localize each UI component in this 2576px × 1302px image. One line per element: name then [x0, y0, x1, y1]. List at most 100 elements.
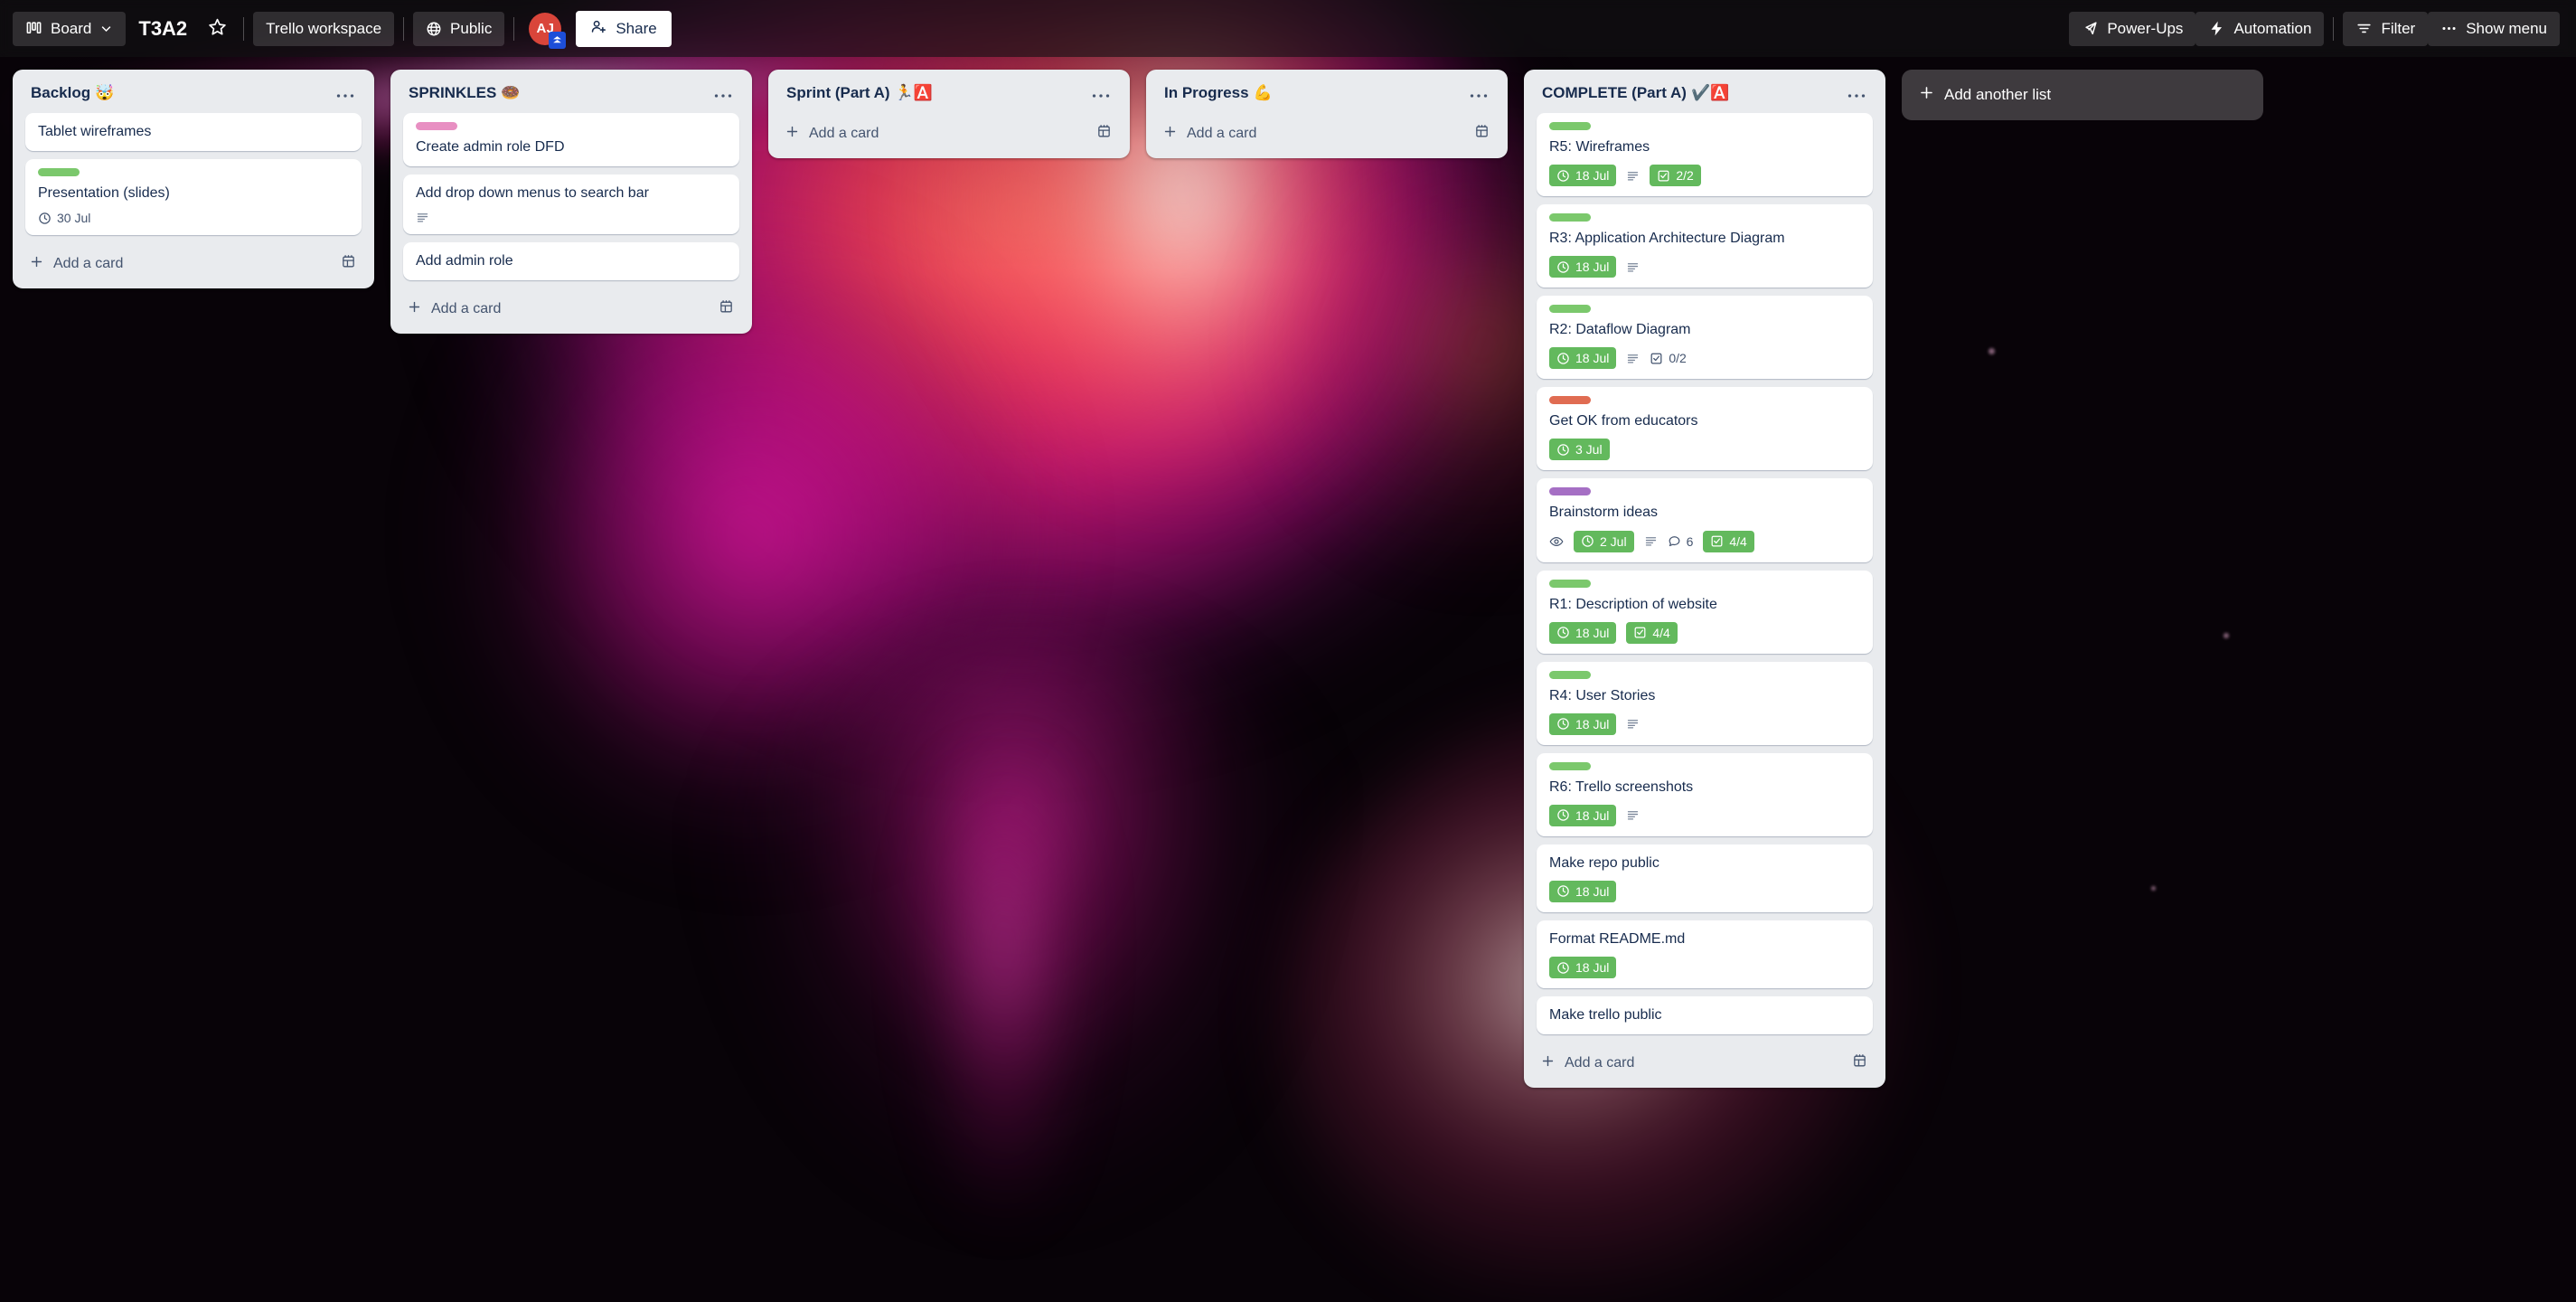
card[interactable]: Presentation (slides) 30 Jul: [25, 159, 362, 236]
list-title[interactable]: COMPLETE (Part A) ✔️🅰️: [1542, 84, 1840, 102]
add-card-button[interactable]: Add a card: [407, 299, 717, 319]
card[interactable]: Make repo public 18 Jul: [1537, 844, 1873, 912]
board-view-switcher-button[interactable]: Board: [13, 11, 127, 46]
card-label-green[interactable]: [1549, 305, 1591, 314]
show-menu-button[interactable]: Show menu: [2428, 11, 2560, 46]
share-button[interactable]: Share: [576, 10, 672, 47]
add-card-button[interactable]: Add a card: [1162, 124, 1472, 144]
list-actions-menu-button[interactable]: [1085, 85, 1117, 102]
add-card-label: Add a card: [431, 301, 502, 317]
workspace-button[interactable]: Trello workspace: [253, 11, 395, 46]
card-title: Make trello public: [1549, 1007, 1662, 1024]
card-title: R4: User Stories: [1549, 687, 1656, 703]
comment-icon: [1668, 534, 1681, 548]
list: In Progress 💪 Add a card: [1146, 70, 1508, 158]
star-board-button[interactable]: [200, 12, 234, 46]
checklist-count: 4/4: [1652, 625, 1670, 640]
add-card-label: Add a card: [53, 256, 124, 272]
card-labels: [1549, 213, 1860, 222]
card[interactable]: Make trello public: [1537, 996, 1873, 1035]
filter-button[interactable]: Filter: [2343, 11, 2429, 46]
create-from-template-button[interactable]: [339, 252, 358, 276]
card[interactable]: R4: User Stories 18 Jul: [1537, 661, 1873, 745]
card[interactable]: Format README.md 18 Jul: [1537, 920, 1873, 989]
list-actions-menu-button[interactable]: [1840, 85, 1873, 102]
comments-badge: 6: [1668, 534, 1693, 549]
card-badges: 3 Jul: [1549, 439, 1860, 461]
list-actions-menu-button[interactable]: [707, 85, 739, 102]
lightning-bolt-icon: [2208, 20, 2225, 37]
power-ups-button[interactable]: Power-Ups: [2069, 11, 2196, 46]
card-label-red[interactable]: [1549, 396, 1591, 405]
card-label-green[interactable]: [1549, 579, 1591, 588]
description-icon: [416, 211, 429, 224]
card[interactable]: Tablet wireframes: [25, 113, 362, 152]
card[interactable]: R5: Wireframes 18 Jul 2/2: [1537, 113, 1873, 197]
list-title-emoji: 💪: [1253, 84, 1273, 101]
card-label-purple[interactable]: [1549, 487, 1591, 496]
list-header[interactable]: SPRINKLES 🍩: [390, 70, 752, 113]
add-another-list-button[interactable]: Add another list: [1902, 70, 2263, 120]
card[interactable]: R2: Dataflow Diagram 18 Jul 0/2: [1537, 296, 1873, 380]
list-title[interactable]: In Progress 💪: [1164, 84, 1462, 102]
card-list: R5: Wireframes 18 Jul 2/2 R3: Application A…: [1524, 113, 1885, 1043]
card-label-green[interactable]: [1549, 122, 1591, 130]
card[interactable]: Add admin role: [403, 242, 739, 281]
card-label-pink[interactable]: [416, 122, 457, 130]
card[interactable]: Create admin role DFD: [403, 113, 739, 167]
automation-button[interactable]: Automation: [2195, 11, 2325, 46]
add-card-button[interactable]: Add a card: [1540, 1053, 1850, 1073]
description-badge: [1626, 352, 1640, 365]
card-badges: 18 Jul 4/4: [1549, 621, 1860, 644]
list-header[interactable]: COMPLETE (Part A) ✔️🅰️: [1524, 70, 1885, 113]
card-labels: [416, 122, 727, 130]
list-footer: Add a card: [1524, 1043, 1885, 1088]
create-from-template-button[interactable]: [1850, 1052, 1869, 1075]
list-title-text: Sprint (Part A): [786, 84, 890, 101]
show-menu-label: Show menu: [2466, 19, 2547, 37]
card[interactable]: R3: Application Architecture Diagram 18 J…: [1537, 204, 1873, 288]
create-from-template-button[interactable]: [717, 297, 736, 321]
card-label-green[interactable]: [1549, 670, 1591, 679]
list-title[interactable]: Backlog 🤯: [31, 84, 329, 102]
list-header[interactable]: Sprint (Part A) 🏃🅰️: [768, 70, 1130, 113]
card-labels: [1549, 122, 1860, 130]
card-label-green[interactable]: [1549, 761, 1591, 770]
card[interactable]: Brainstorm ideas 2 Jul 6 4/4: [1537, 478, 1873, 562]
card-badges: 18 Jul: [1549, 880, 1860, 902]
card-badges: 2 Jul 6 4/4: [1549, 530, 1860, 552]
checklist-icon: [1657, 169, 1670, 183]
description-icon: [1626, 717, 1640, 731]
list-actions-menu-button[interactable]: [329, 85, 362, 102]
description-icon: [1626, 352, 1640, 365]
create-from-template-button[interactable]: [1472, 122, 1491, 146]
list-actions-menu-button[interactable]: [1462, 85, 1495, 102]
card[interactable]: R1: Description of website 18 Jul 4/4: [1537, 570, 1873, 654]
card[interactable]: Get OK from educators 3 Jul: [1537, 387, 1873, 471]
description-badge: [1626, 260, 1640, 274]
checklist-icon: [1633, 626, 1647, 639]
list-title[interactable]: SPRINKLES 🍩: [409, 84, 707, 102]
filter-icon: [2355, 20, 2373, 37]
visibility-button[interactable]: Public: [413, 11, 505, 46]
due-date-badge: 30 Jul: [38, 211, 90, 225]
ellipsis-icon: [2440, 20, 2458, 37]
due-date-badge: 2 Jul: [1574, 530, 1634, 552]
card[interactable]: R6: Trello screenshots 18 Jul: [1537, 752, 1873, 836]
card-labels: [1549, 579, 1860, 588]
add-card-button[interactable]: Add a card: [785, 124, 1095, 144]
card-label-green[interactable]: [1549, 213, 1591, 222]
list-footer: Add a card: [1146, 113, 1508, 158]
card-labels: [1549, 487, 1860, 496]
person-add-icon: [590, 18, 607, 40]
avatar[interactable]: AJ: [529, 12, 567, 49]
list-header[interactable]: Backlog 🤯: [13, 70, 374, 113]
card-label-green[interactable]: [38, 168, 80, 177]
list-title[interactable]: Sprint (Part A) 🏃🅰️: [786, 84, 1085, 102]
card[interactable]: Add drop down menus to search bar: [403, 175, 739, 235]
header-divider-2: [403, 16, 405, 41]
card-badges: 18 Jul: [1549, 712, 1860, 735]
create-from-template-button[interactable]: [1095, 122, 1114, 146]
add-card-button[interactable]: Add a card: [29, 254, 339, 274]
list-header[interactable]: In Progress 💪: [1146, 70, 1508, 113]
